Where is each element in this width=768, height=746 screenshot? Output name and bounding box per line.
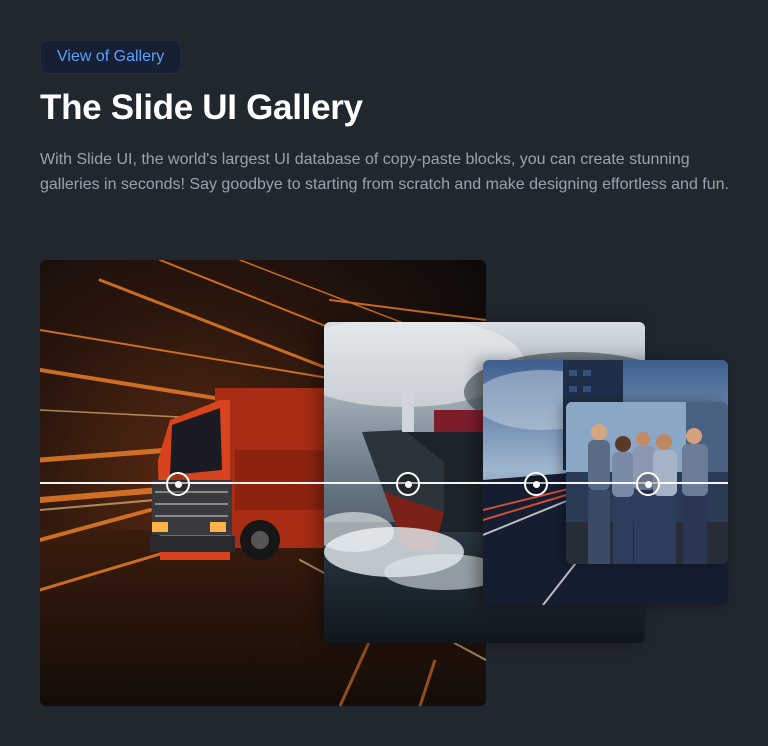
gallery-badge-label: View of Gallery xyxy=(57,48,165,65)
slider-handle-truck[interactable] xyxy=(166,472,190,496)
slider-handle-dot-icon xyxy=(644,480,652,488)
slider-handle-highway[interactable] xyxy=(524,472,548,496)
slider-handle-dot-icon xyxy=(174,480,182,488)
comparison-slider-line xyxy=(40,482,728,484)
slider-handle-team[interactable] xyxy=(636,472,660,496)
gallery-badge[interactable]: View of Gallery xyxy=(40,40,182,74)
slider-handle-ship[interactable] xyxy=(396,472,420,496)
slider-handle-dot-icon xyxy=(532,480,540,488)
page-title: The Slide UI Gallery xyxy=(40,88,363,127)
slider-handle-dot-icon xyxy=(404,480,412,488)
page-description: With Slide UI, the world's largest UI da… xyxy=(40,151,729,193)
